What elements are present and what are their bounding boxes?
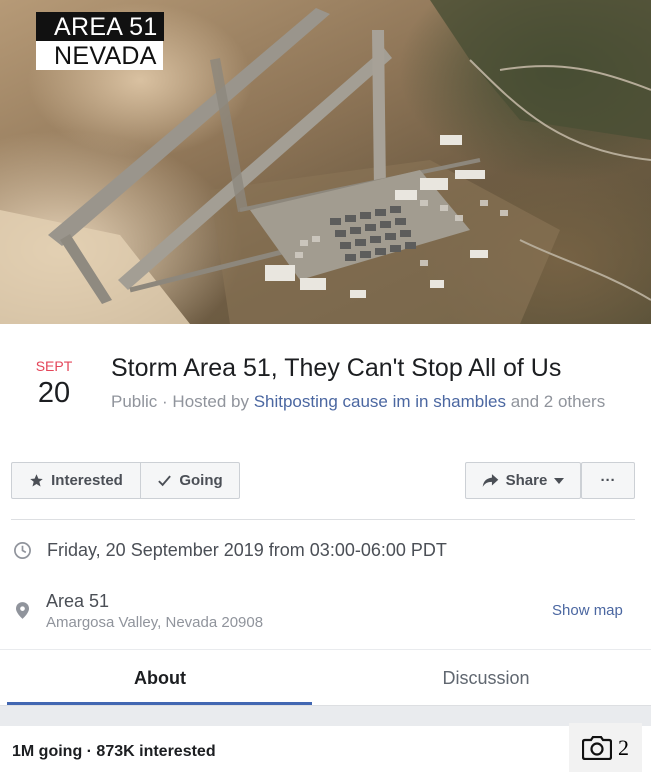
caption-line-2: NEVADA bbox=[36, 41, 163, 70]
location-address: Amargosa Valley, Nevada 20908 bbox=[46, 614, 264, 631]
event-visibility: Public bbox=[111, 392, 158, 411]
section-gap bbox=[0, 706, 651, 726]
share-button[interactable]: Share bbox=[465, 462, 581, 499]
tab-discussion[interactable]: Discussion bbox=[336, 668, 636, 689]
cover-caption: AREA 51 NEVADA bbox=[36, 12, 164, 70]
photo-count: 2 bbox=[618, 734, 629, 760]
hosted-by-suffix[interactable]: and 2 others bbox=[506, 392, 606, 411]
location-name[interactable]: Area 51 bbox=[46, 591, 109, 612]
more-options-button[interactable]: ··· bbox=[581, 462, 635, 499]
caption-line-1: AREA 51 bbox=[36, 12, 164, 41]
hosted-by-prefix: · Hosted by bbox=[157, 392, 254, 411]
event-date-month: SEPT bbox=[35, 358, 73, 374]
photo-gallery-badge[interactable]: 2 bbox=[569, 723, 642, 772]
map-pin-icon bbox=[16, 602, 29, 619]
going-button[interactable]: Going bbox=[140, 462, 240, 499]
cover-photo[interactable]: AREA 51 NEVADA bbox=[0, 0, 651, 324]
attendance-counts[interactable]: 1M going · 873K interested bbox=[12, 743, 216, 761]
more-label: ··· bbox=[600, 472, 616, 489]
tabs-top-divider bbox=[0, 649, 651, 650]
event-title: Storm Area 51, They Can't Stop All of Us bbox=[111, 354, 562, 382]
tab-about[interactable]: About bbox=[10, 668, 310, 689]
caret-down-icon bbox=[554, 477, 565, 484]
interested-label: Interested bbox=[51, 472, 123, 489]
show-map-link[interactable]: Show map bbox=[552, 602, 623, 619]
share-arrow-icon bbox=[482, 474, 498, 487]
section-divider bbox=[11, 519, 635, 520]
checkmark-icon bbox=[158, 475, 172, 487]
camera-icon bbox=[582, 735, 612, 760]
host-link[interactable]: Shitposting cause im in shambles bbox=[254, 392, 506, 411]
going-label: Going bbox=[179, 472, 223, 489]
star-icon bbox=[30, 474, 43, 487]
event-meta: Public · Hosted by Shitposting cause im … bbox=[111, 390, 611, 414]
event-time[interactable]: Friday, 20 September 2019 from 03:00-06:… bbox=[47, 540, 447, 561]
interested-button[interactable]: Interested bbox=[11, 462, 141, 499]
clock-icon bbox=[14, 542, 31, 559]
event-date-day: 20 bbox=[37, 377, 71, 409]
share-label: Share bbox=[505, 472, 548, 489]
